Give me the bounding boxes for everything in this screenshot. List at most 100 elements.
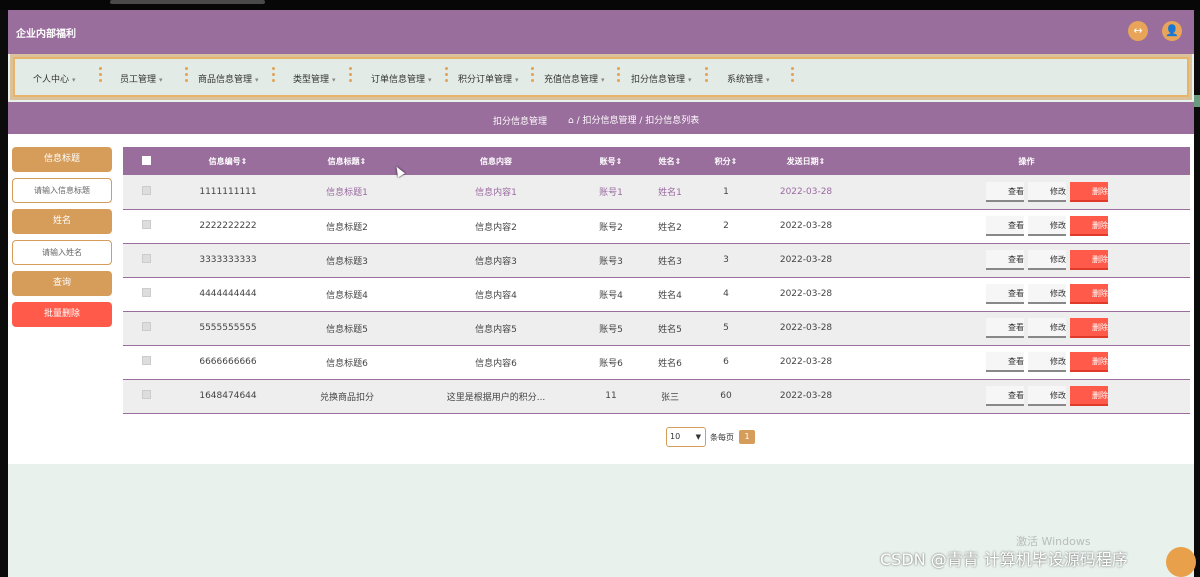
batch-delete-button[interactable]: 批量删除 <box>12 302 112 327</box>
view-button[interactable]: 查看 <box>986 250 1024 270</box>
cell-account: 账号1 <box>585 175 637 210</box>
browser-top-strip <box>0 0 1200 10</box>
delete-button[interactable]: 删除 <box>1070 352 1108 372</box>
delete-button[interactable]: 删除 <box>1070 250 1108 270</box>
nav-item-recharge[interactable]: 充值信息管理 ▾ <box>544 72 605 85</box>
nav-item-personal-center[interactable]: 个人中心 ▾ <box>33 72 76 85</box>
row-checkbox[interactable] <box>123 311 169 346</box>
select-all-checkbox[interactable] <box>123 147 169 175</box>
cell-account: 账号4 <box>585 277 637 312</box>
view-button[interactable]: 查看 <box>986 284 1024 304</box>
breadcrumb-bar: 扣分信息管理 ⌂ / 扣分信息管理 / 扣分信息列表 <box>8 102 1194 134</box>
col-header-account[interactable]: 账号⇕ <box>585 147 637 175</box>
screen-frame: 企业内部福利 ↔ 👤 个人中心 ▾ 员工管理 ▾ 商品信息管理 ▾ 类型管理 ▾ 订单信… <box>0 0 1200 577</box>
col-header-date[interactable]: 发送日期⇕ <box>749 147 863 175</box>
nav-separator <box>272 67 276 85</box>
cell-content: 信息内容5 <box>407 311 585 346</box>
cell-date: 2022-03-28 <box>749 345 863 380</box>
cell-name: 姓名1 <box>637 175 703 210</box>
name-search-input[interactable]: 请输入姓名 <box>12 240 112 265</box>
nav-item-orders[interactable]: 订单信息管理 ▾ <box>371 72 432 85</box>
row-checkbox[interactable] <box>123 379 169 414</box>
view-button[interactable]: 查看 <box>986 386 1024 406</box>
cell-account: 账号5 <box>585 311 637 346</box>
cell-id: 5555555555 <box>169 311 287 346</box>
cell-date: 2022-03-28 <box>749 311 863 346</box>
cell-name: 姓名6 <box>637 345 703 380</box>
top-nav-bar: 个人中心 ▾ 员工管理 ▾ 商品信息管理 ▾ 类型管理 ▾ 订单信息管理 ▾ 积分订单管理… <box>13 57 1189 97</box>
edit-button[interactable]: 修改 <box>1028 250 1066 270</box>
row-checkbox[interactable] <box>123 243 169 278</box>
nav-separator <box>531 67 535 85</box>
title-search-input[interactable]: 请输入信息标题 <box>12 178 112 203</box>
row-checkbox[interactable] <box>123 209 169 244</box>
edit-button[interactable]: 修改 <box>1028 216 1066 236</box>
col-header-name[interactable]: 姓名⇕ <box>637 147 703 175</box>
row-checkbox[interactable] <box>123 277 169 312</box>
nav-item-employee[interactable]: 员工管理 ▾ <box>120 72 163 85</box>
cell-date: 2022-03-28 <box>749 277 863 312</box>
cell-date: 2022-03-28 <box>749 175 863 210</box>
cell-title: 信息标题1 <box>287 175 407 210</box>
side-handle <box>1194 95 1200 107</box>
view-button[interactable]: 查看 <box>986 352 1024 372</box>
page-number-button[interactable]: 1 <box>739 430 755 444</box>
nav-item-points-orders[interactable]: 积分订单管理 ▾ <box>458 72 519 85</box>
cell-actions: 查看 修改 删除 <box>863 345 1190 380</box>
edit-button[interactable]: 修改 <box>1028 318 1066 338</box>
delete-button[interactable]: 删除 <box>1070 181 1108 202</box>
edit-button[interactable]: 修改 <box>1028 284 1066 304</box>
view-button[interactable]: 查看 <box>986 216 1024 236</box>
cell-date: 2022-03-28 <box>749 379 863 414</box>
cell-name: 张三 <box>637 379 703 414</box>
page-size-select[interactable]: 10 ▼ <box>666 427 706 447</box>
view-button[interactable]: 查看 <box>986 318 1024 338</box>
delete-button[interactable]: 删除 <box>1070 284 1108 304</box>
cell-title: 信息标题4 <box>287 277 407 312</box>
nav-item-types[interactable]: 类型管理 ▾ <box>293 72 336 85</box>
breadcrumb-trail[interactable]: ⌂ / 扣分信息管理 / 扣分信息列表 <box>568 113 699 126</box>
delete-button[interactable]: 删除 <box>1070 318 1108 338</box>
cell-content: 这里是根据用户的积分... <box>407 379 585 414</box>
edit-button[interactable]: 修改 <box>1028 352 1066 372</box>
cell-actions: 查看 修改 删除 <box>863 277 1190 312</box>
fullscreen-icon[interactable]: ↔ <box>1128 21 1148 41</box>
cell-title: 信息标题6 <box>287 345 407 380</box>
nav-separator <box>349 67 353 85</box>
cell-points: 6 <box>703 345 749 380</box>
user-avatar-icon[interactable]: 👤 <box>1162 21 1182 41</box>
col-header-title[interactable]: 信息标题⇕ <box>287 147 407 175</box>
cell-title: 信息标题3 <box>287 243 407 278</box>
cell-content: 信息内容1 <box>407 175 585 210</box>
tab-strip-chip <box>110 0 265 4</box>
edit-button[interactable]: 修改 <box>1028 181 1066 202</box>
nav-item-system[interactable]: 系统管理 ▾ <box>727 72 770 85</box>
col-header-points[interactable]: 积分⇕ <box>703 147 749 175</box>
table-row: 2222222222 信息标题2 信息内容2 账号2 姓名2 2 2022-03-28 查看修… <box>123 209 1190 244</box>
view-button[interactable]: 查看 <box>986 181 1024 202</box>
cell-name: 姓名5 <box>637 311 703 346</box>
nav-item-deduction[interactable]: 扣分信息管理 ▾ <box>631 72 692 85</box>
cell-actions: 查看 修改 删除 <box>863 379 1190 414</box>
edit-button[interactable]: 修改 <box>1028 386 1066 406</box>
cell-points: 2 <box>703 209 749 244</box>
title-filter-label: 信息标题 <box>12 147 112 172</box>
query-button[interactable]: 查询 <box>12 271 112 296</box>
row-checkbox[interactable] <box>123 175 169 210</box>
delete-button[interactable]: 删除 <box>1070 216 1108 236</box>
delete-button[interactable]: 删除 <box>1070 386 1108 406</box>
table-header-row: 信息编号⇕ 信息标题⇕ 信息内容 账号⇕ 姓名⇕ 积分⇕ 发送日期⇕ 操作 <box>123 147 1190 175</box>
cell-actions: 查看 修改 删除 <box>863 209 1190 244</box>
row-checkbox[interactable] <box>123 345 169 380</box>
nav-item-goods[interactable]: 商品信息管理 ▾ <box>198 72 259 85</box>
table-row: 4444444444 信息标题4 信息内容4 账号4 姓名4 4 2022-03-28 查看修… <box>123 277 1190 312</box>
chevron-down-icon: ▼ <box>695 433 701 441</box>
cell-title: 兑换商品扣分 <box>287 379 407 414</box>
cell-points: 3 <box>703 243 749 278</box>
deduction-table: 信息编号⇕ 信息标题⇕ 信息内容 账号⇕ 姓名⇕ 积分⇕ 发送日期⇕ 操作 11… <box>123 147 1190 414</box>
cell-points: 5 <box>703 311 749 346</box>
cell-id: 1648474644 <box>169 379 287 414</box>
table-row: 5555555555 信息标题5 信息内容5 账号5 姓名5 5 2022-03-28 查看修… <box>123 311 1190 346</box>
col-header-id[interactable]: 信息编号⇕ <box>169 147 287 175</box>
table-row: 1648474644 兑换商品扣分 这里是根据用户的积分... 11 张三 60 2022-… <box>123 379 1190 414</box>
